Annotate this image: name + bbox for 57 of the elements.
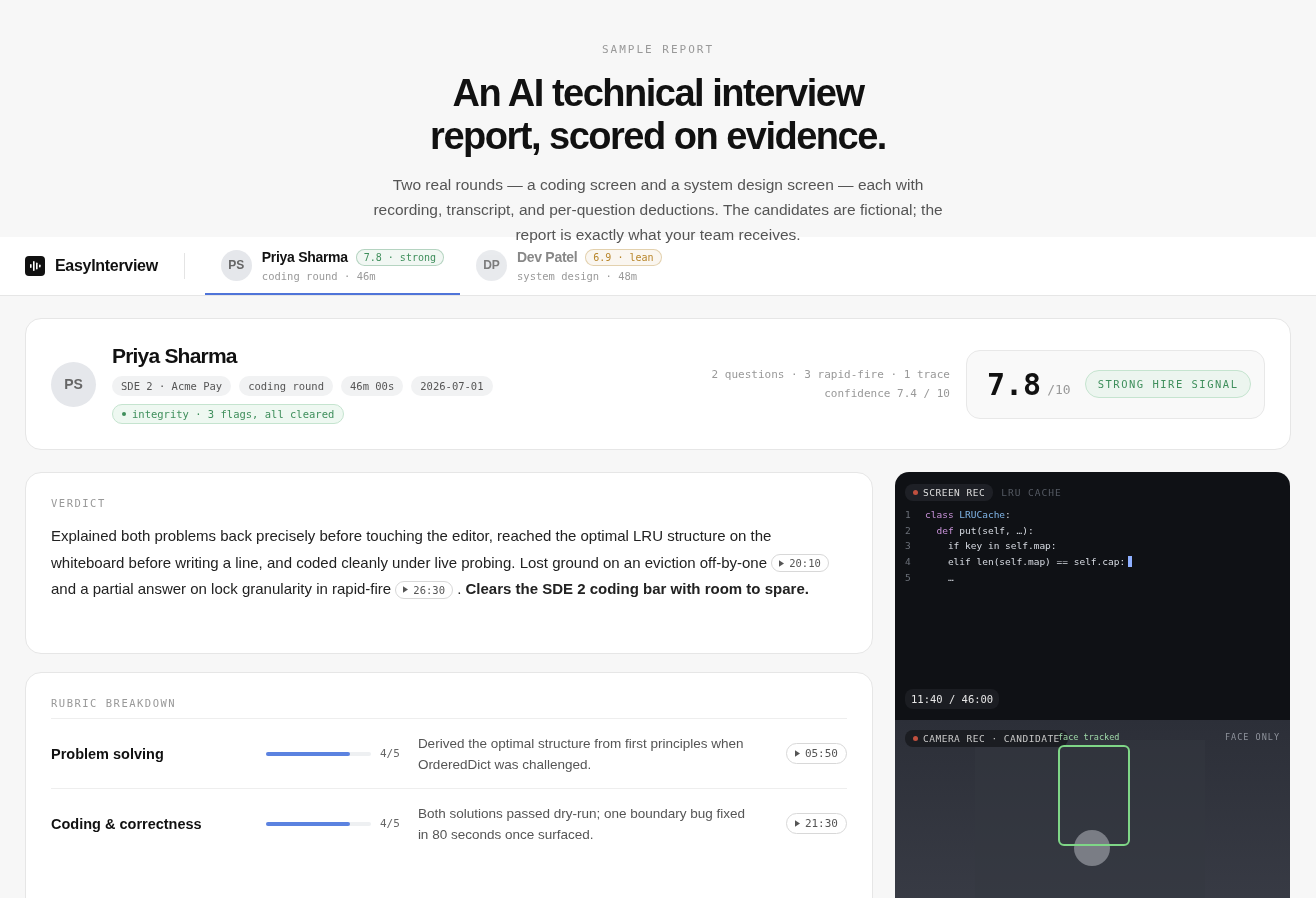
play-icon <box>794 820 800 827</box>
code-line: elif len(self.map) == self.cap: <box>946 555 1126 570</box>
page-title: An AI technical interview report, scored on evidence. <box>429 72 887 158</box>
rubric-score: 4/5 <box>380 817 400 830</box>
candidate-name: Dev Patel <box>517 249 578 265</box>
rubric-score: 4/5 <box>380 747 400 760</box>
score-max: /10 <box>1047 381 1071 397</box>
stats-line: 2 questions · 3 rapid-fire · 1 trace <box>711 367 950 383</box>
line-number: 3 <box>905 539 912 554</box>
eyebrow-label: SAMPLE REPORT <box>600 43 716 56</box>
round-meta: system design · 48m <box>517 269 638 282</box>
rubric-note: Both solutions passed dry-run; one boundary bug fixed in 80 seconds once surfaced. <box>417 804 747 844</box>
stats-line: confidence 7.4 / 10 <box>823 386 950 402</box>
line-number: 2 <box>905 523 912 538</box>
round-meta: coding round · 46m <box>261 269 376 282</box>
avatar-initials: DP <box>476 249 507 281</box>
integrity-badge: integrity · 3 flags, all cleared <box>112 404 345 424</box>
candidate-name: Priya Sharma <box>112 344 237 368</box>
camera-mode-label: FACE ONLY <box>1224 732 1280 742</box>
avatar-initials: PS <box>51 361 96 407</box>
code-line: … <box>946 570 954 585</box>
score-badge: 6.9 · lean <box>585 248 662 266</box>
info-tag: 2026-07-01 <box>411 376 493 396</box>
timestamp-link[interactable]: 20:10 <box>771 554 829 572</box>
rubric-note: Derived the optimal structure from first principles when OrderedDict was challenged. <box>417 734 745 774</box>
verdict-paragraph: Explained both problems back precisely before touching the editor, reached the optimal LRU structure on the whiteboard before writing a line, and coded cleanly under live probing. Lost ground on an eviction off-by-one 20:10 and a partial answer on lock granularity in rapid-fire 26:30 . Clears the SDE 2 coding bar with room to spare. <box>51 523 847 603</box>
code-line: if key in self.map: <box>946 539 1057 554</box>
line-number: 5 <box>905 570 912 585</box>
info-tag: 46m 00s <box>341 376 404 396</box>
rubric-criterion: Problem solving <box>51 745 165 762</box>
info-tag: SDE 2 · Acme Pay <box>112 376 232 396</box>
file-title: LRU CACHE <box>1001 487 1062 498</box>
hire-signal-badge: STRONG HIRE SIGNAL <box>1084 370 1252 398</box>
timestamp-link[interactable]: 21:30 <box>785 813 847 834</box>
play-icon <box>794 750 800 757</box>
overall-score: 7.8 <box>987 366 1042 402</box>
candidate-tab[interactable]: PS Priya Sharma 7.8 · strong coding round · 46m <box>204 237 460 295</box>
brand-name: EasyInterview <box>55 257 158 275</box>
recording-label: SCREEN REC <box>905 484 994 501</box>
score-badge: 7.8 · strong <box>355 248 444 266</box>
info-tag: coding round <box>239 376 333 396</box>
play-icon <box>403 586 409 593</box>
section-heading: RUBRIC BREAKDOWN <box>51 697 178 709</box>
line-number: 1 <box>905 508 912 522</box>
section-heading: VERDICT <box>51 497 107 509</box>
candidate-name: Priya Sharma <box>261 249 348 265</box>
play-icon <box>779 559 785 567</box>
timestamp-link[interactable]: 26:30 <box>395 580 453 599</box>
timestamp-link[interactable]: 05:50 <box>785 743 847 764</box>
code-line: def put(self, …): <box>935 523 1034 538</box>
waveform-logo-icon <box>25 256 45 276</box>
line-number: 4 <box>905 555 912 570</box>
timecode: 11:40 / 46:00 <box>905 689 1000 709</box>
code-line: class LRUCache: <box>925 508 1011 522</box>
rubric-criterion: Coding & correctness <box>51 815 203 832</box>
face-tracked-label: face tracked <box>1058 732 1120 742</box>
avatar-initials: PS <box>220 249 252 281</box>
